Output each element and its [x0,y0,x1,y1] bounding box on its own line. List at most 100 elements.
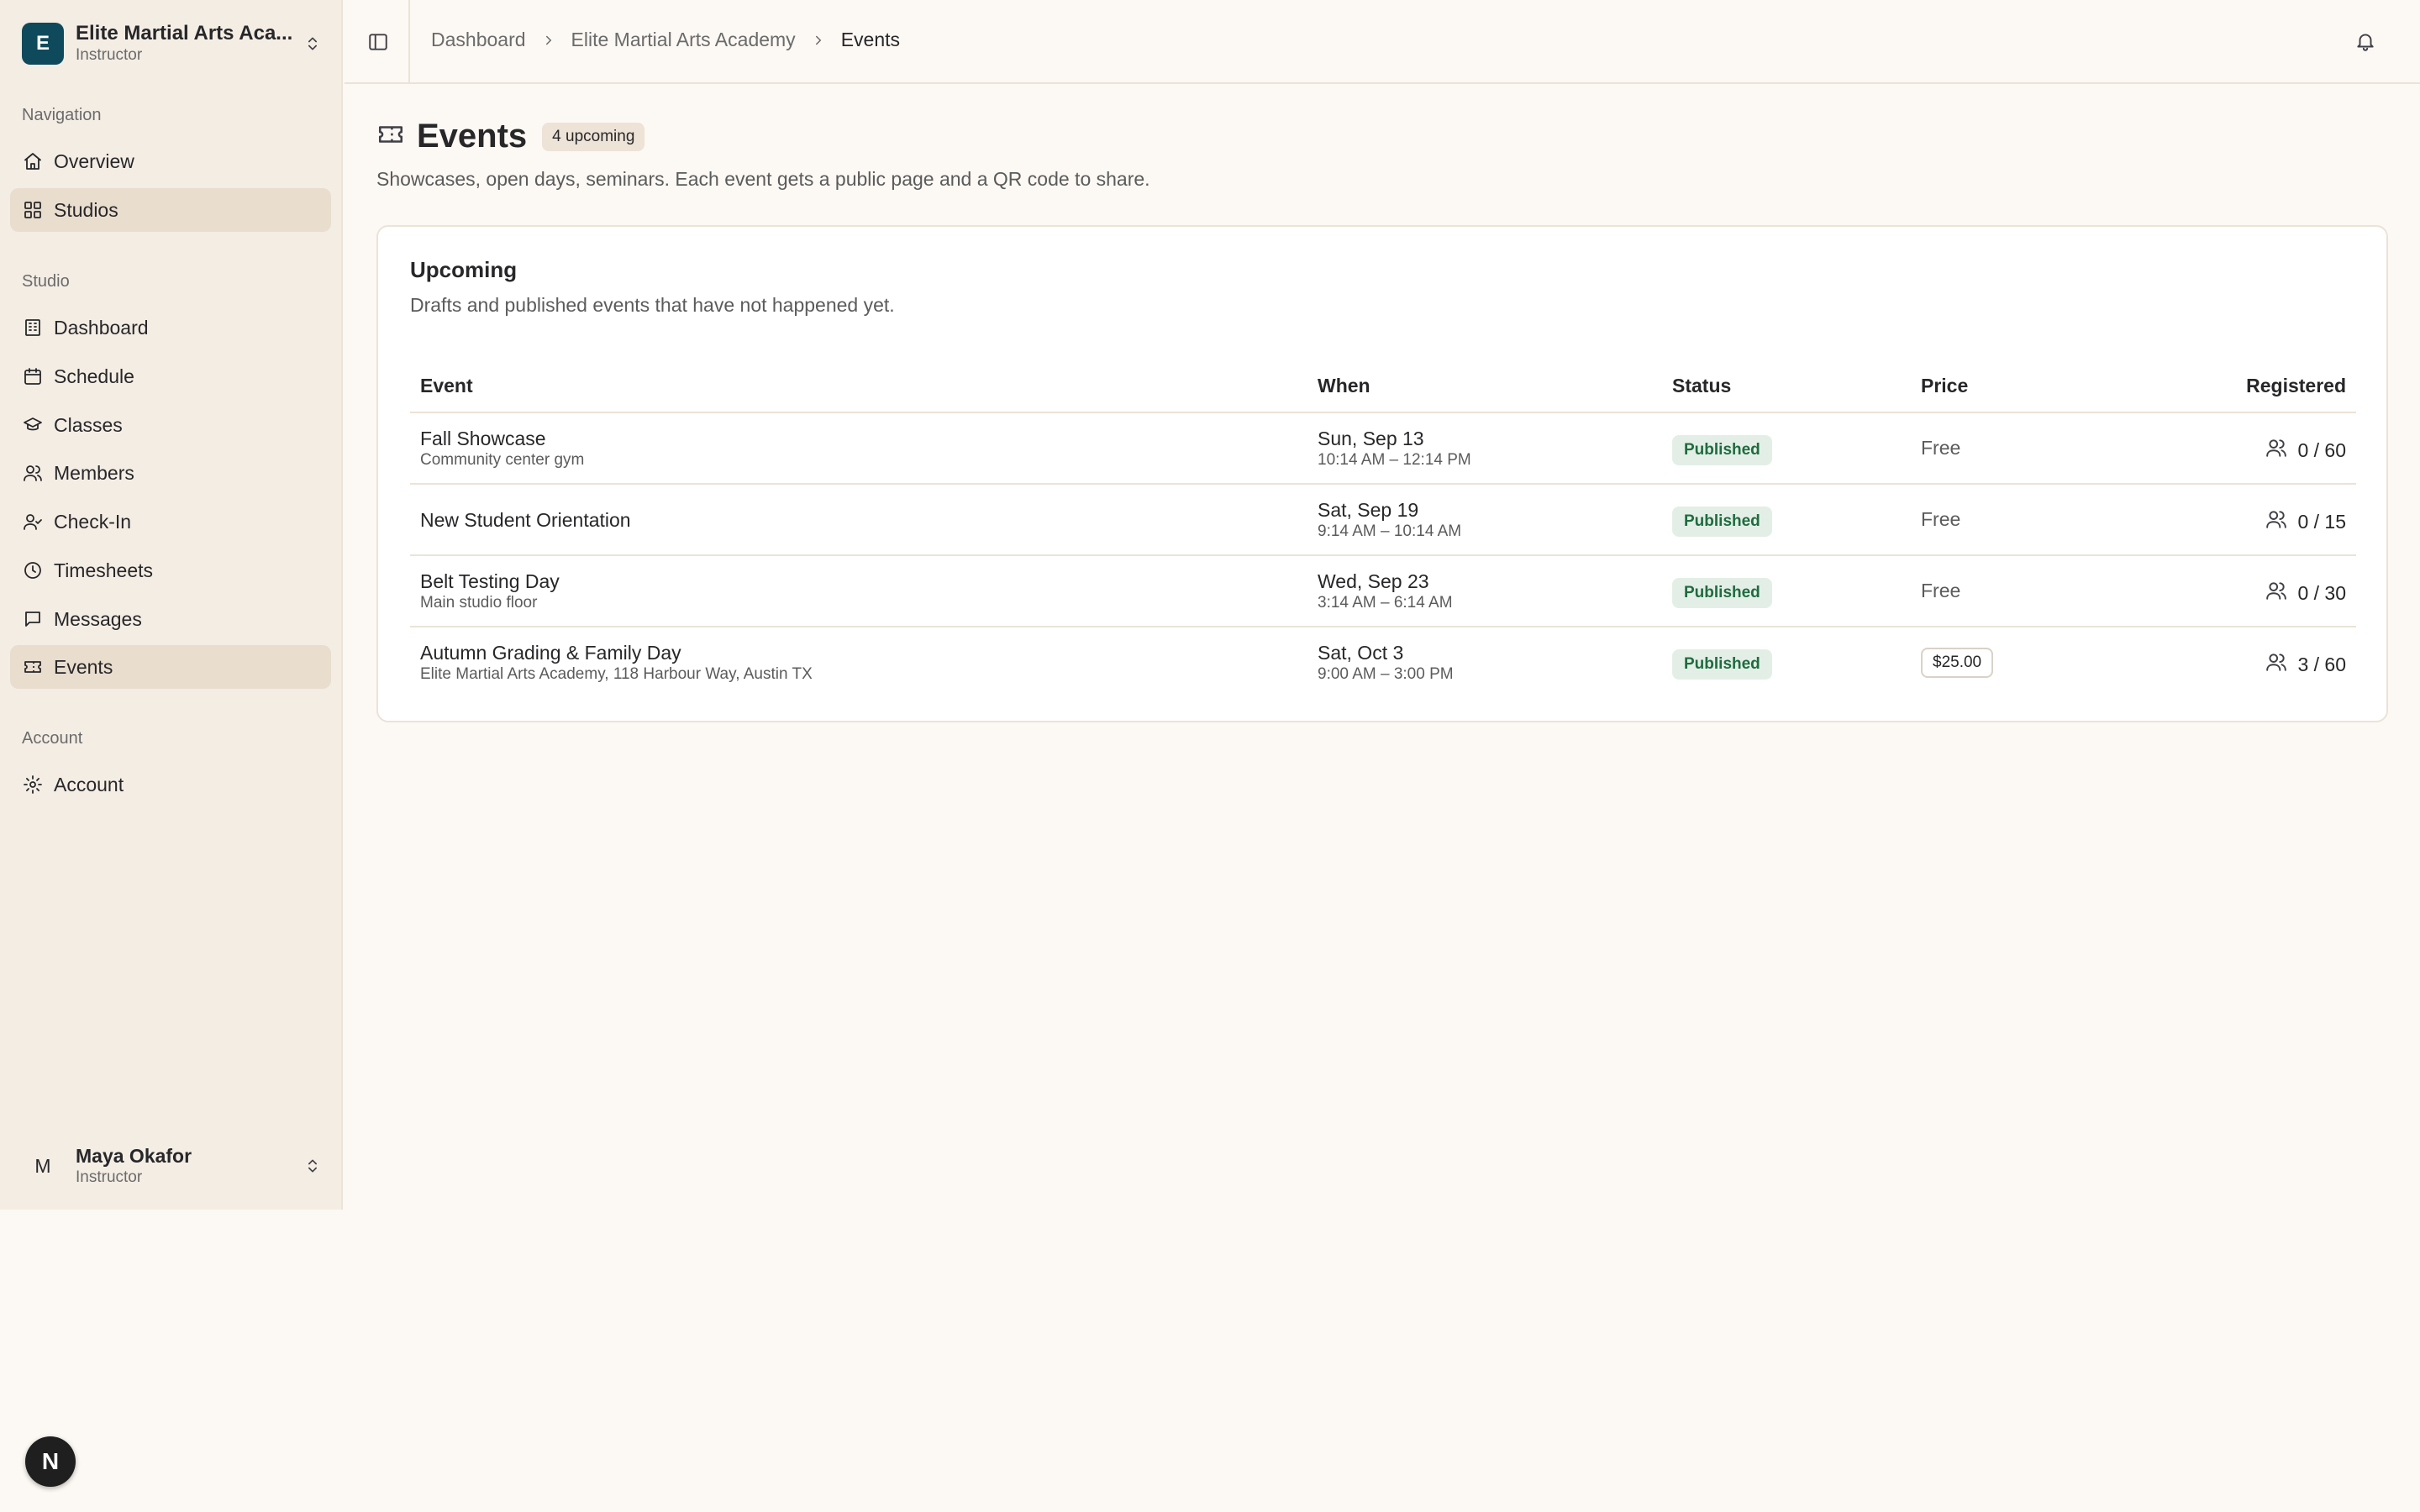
nav-group-label-studio: Studio [22,272,70,291]
registered-cell: 0 / 60 [2265,437,2346,464]
home-icon [22,150,44,172]
clock-icon [22,559,44,581]
users-icon [2265,580,2297,606]
user-text: Maya Okafor Instructor [76,1144,301,1188]
column-header-registered: Registered [2246,375,2346,396]
event-price: Free [1921,437,1961,459]
registered-cell: 0 / 30 [2265,580,2346,606]
sidebar-item-label: Messages [54,607,142,630]
registered-cell: 3 / 60 [2265,651,2346,678]
event-time: 10:14 AM – 12:14 PM [1318,451,1471,469]
workspace-text: Elite Martial Arts Aca... Instructor [76,22,301,66]
price-cell: Free [1921,580,1960,602]
event-name[interactable]: Fall Showcase [420,427,584,450]
sidebar-item-account[interactable]: Account [10,763,331,806]
events-table: Event When Status Price Registered Fall … [410,361,2356,699]
top-bar: Dashboard Elite Martial Arts Academy Eve… [345,0,2420,84]
card-title: Upcoming [410,257,518,282]
sidebar-item-studios[interactable]: Studios [10,188,331,232]
sidebar-item-label: Dashboard [54,316,149,339]
sidebar-item-schedule[interactable]: Schedule [10,354,331,398]
grid-icon [22,199,44,221]
calendar-icon [22,365,44,387]
registered-count: 0 / 30 [2297,581,2346,604]
event-name[interactable]: Belt Testing Day [420,570,560,593]
sidebar-item-classes[interactable]: Classes [10,403,331,447]
table-row[interactable]: Autumn Grading & Family Day Elite Martia… [410,627,2356,699]
event-date: Sun, Sep 13 [1318,428,1424,449]
sidebar-item-label: Timesheets [54,559,154,581]
status-badge: Published [1672,435,1772,465]
user-menu[interactable]: M Maya Okafor Instructor [22,1142,324,1189]
breadcrumb-studio[interactable]: Elite Martial Arts Academy [571,29,796,51]
status-badge: Published [1672,507,1772,537]
event-price: Free [1921,580,1961,601]
registered-count: 0 / 15 [2297,510,2346,533]
sidebar-item-dashboard[interactable]: Dashboard [10,306,331,349]
event-date: Sat, Sep 19 [1318,499,1419,521]
sidebar-item-label: Overview [54,150,134,172]
sidebar-item-members[interactable]: Members [10,451,331,495]
sidebar-item-overview[interactable]: Overview [10,139,331,183]
event-date: Sat, Oct 3 [1318,642,1404,664]
users-icon [2265,508,2297,535]
nav-group-label-account: Account [22,729,83,748]
column-header-status: Status [1672,375,1732,396]
table-row[interactable]: New Student Orientation Sat, Sep 19 9:14… [410,485,2356,556]
user-check-icon [22,511,44,533]
sidebar-toggle-icon[interactable] [365,29,392,55]
chevrons-up-down-icon [301,32,324,55]
breadcrumb-dashboard[interactable]: Dashboard [431,29,526,51]
workspace-name: Elite Martial Arts Aca... [76,22,293,45]
status-cell: Published [1672,649,1772,680]
registered-count: 0 / 60 [2297,438,2346,461]
price-cell: Free [1921,508,1960,531]
sidebar-item-label: Schedule [54,365,134,387]
ticket-icon [376,120,405,153]
avatar: M [34,1154,51,1177]
event-cell: Belt Testing Day Main studio floor [420,570,560,613]
chevron-right-icon [811,33,826,48]
user-role: Instructor [76,1168,143,1186]
event-location: Main studio floor [420,594,538,612]
sidebar-item-label: Events [54,655,113,678]
table-row[interactable]: Belt Testing Day Main studio floor Wed, … [410,556,2356,627]
workspace-switcher[interactable]: E Elite Martial Arts Aca... Instructor [22,20,324,67]
sidebar-item-timesheets[interactable]: Timesheets [10,549,331,592]
event-time: 9:14 AM – 10:14 AM [1318,522,1462,540]
nav-group-label-navigation: Navigation [22,106,102,124]
registered-cell: 0 / 15 [2265,508,2346,535]
sidebar-item-label: Check-In [54,510,132,533]
status-cell: Published [1672,435,1772,465]
price-cell: $25.00 [1921,648,1994,678]
upcoming-count-badge: 4 upcoming [542,122,645,151]
chevron-right-icon [541,33,556,48]
when-cell: Sun, Sep 13 10:14 AM – 12:14 PM [1318,427,1471,470]
breadcrumb: Dashboard Elite Martial Arts Academy Eve… [431,29,900,51]
next-dev-tools-button[interactable]: N [25,1436,76,1487]
workspace-logo: E [22,23,64,65]
sidebar: E Elite Martial Arts Aca... Instructor N… [0,0,343,1210]
chevrons-up-down-icon [301,1154,324,1178]
event-price: Free [1921,508,1961,530]
users-icon [2265,651,2297,678]
bell-icon[interactable] [2353,29,2378,54]
sidebar-item-label: Account [54,773,124,795]
sidebar-item-check-in[interactable]: Check-In [10,500,331,543]
page-header: Events 4 upcoming [376,118,645,155]
building-icon [22,317,44,339]
sidebar-item-events[interactable]: Events [10,645,331,689]
event-name[interactable]: New Student Orientation [420,508,631,532]
when-cell: Sat, Sep 19 9:14 AM – 10:14 AM [1318,498,1461,542]
event-name[interactable]: Autumn Grading & Family Day [420,641,813,664]
sidebar-item-messages[interactable]: Messages [10,597,331,641]
topbar-divider [408,0,410,84]
sidebar-item-label: Members [54,461,134,484]
page-title: Events [417,118,528,155]
when-cell: Wed, Sep 23 3:14 AM – 6:14 AM [1318,570,1453,613]
event-date: Wed, Sep 23 [1318,570,1429,592]
status-cell: Published [1672,578,1772,608]
ticket-icon [22,656,44,678]
table-row[interactable]: Fall Showcase Community center gym Sun, … [410,413,2356,485]
breadcrumb-current: Events [840,29,901,50]
